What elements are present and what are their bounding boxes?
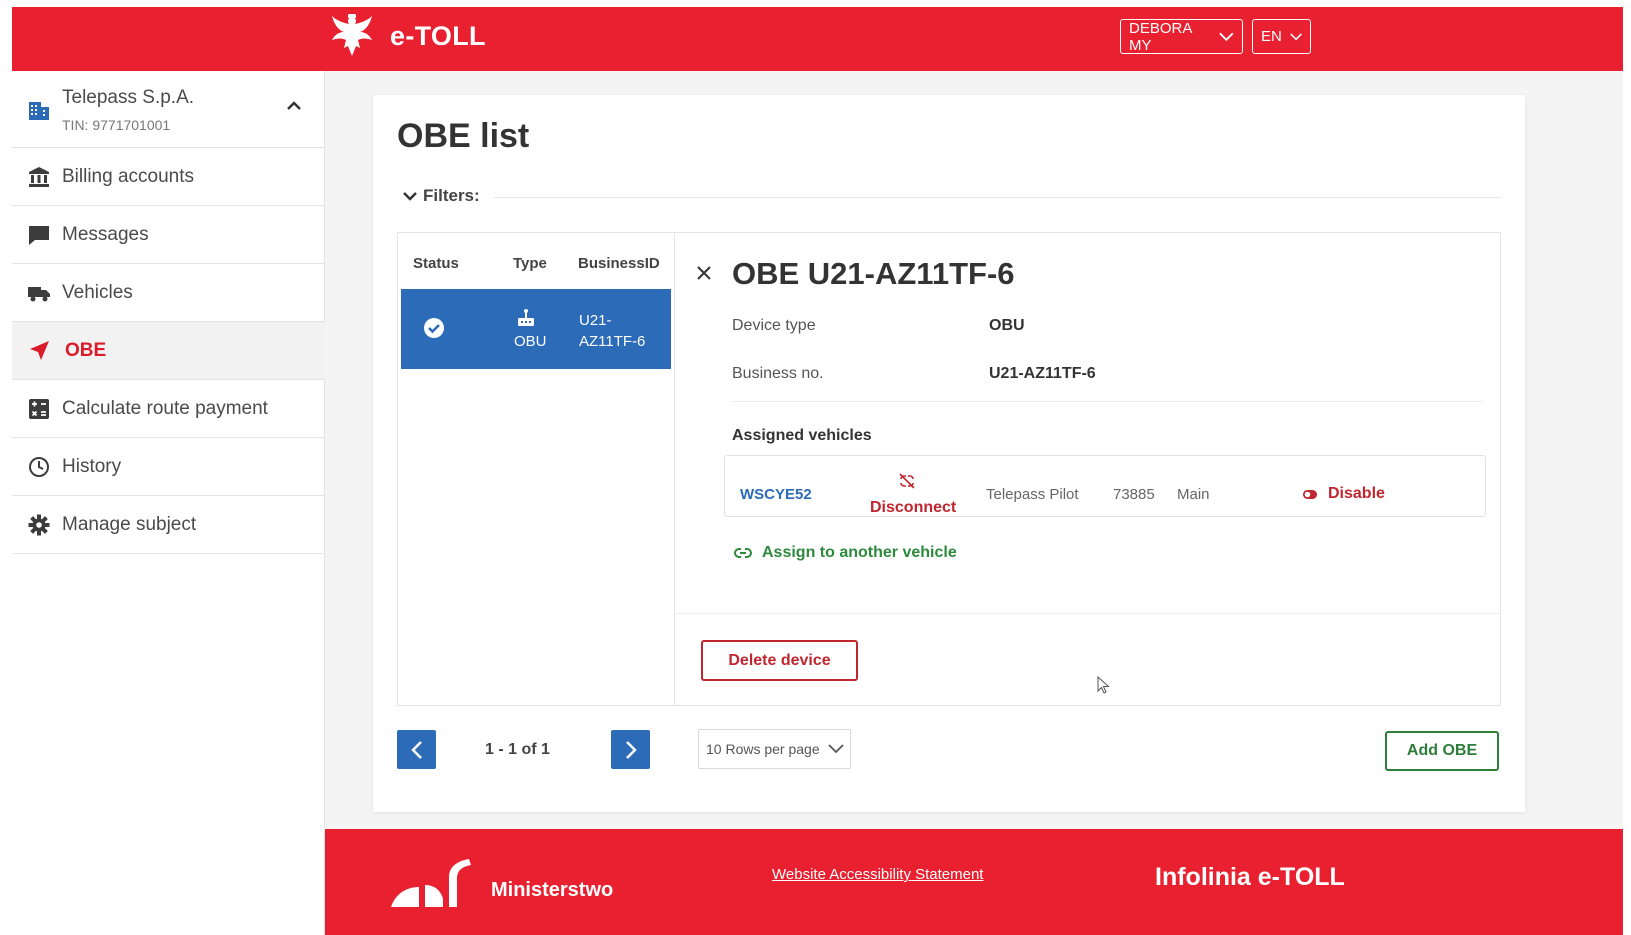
sidebar-item-history[interactable]: History: [12, 438, 325, 496]
app-name: e-TOLL: [390, 20, 486, 51]
app-logo[interactable]: e-TOLL: [330, 12, 486, 60]
link-icon: [734, 548, 752, 558]
filters-divider: [493, 197, 1501, 198]
building-icon: [29, 102, 49, 120]
add-obe-button[interactable]: Add OBE: [1385, 731, 1499, 771]
obe-table: Status Type BusinessID OBU U21-AZ11TF-6: [398, 233, 675, 705]
disconnect-button[interactable]: Disconnect: [870, 499, 956, 517]
previous-page-button[interactable]: [397, 730, 436, 769]
rows-per-page-value: 10 Rows per page: [706, 741, 820, 757]
ministry-logo-icon: [391, 859, 471, 907]
gear-icon: [28, 514, 50, 535]
accessibility-statement-link[interactable]: Website Accessibility Statement: [772, 866, 983, 883]
vehicle-role: Main: [1177, 486, 1210, 503]
ministry-label: Ministerstwo: [491, 879, 614, 901]
sidebar-item-label: Manage subject: [62, 513, 197, 535]
sidebar-item-label: Vehicles: [62, 281, 133, 303]
business-no-label: Business no.: [732, 365, 824, 382]
language-select[interactable]: EN: [1252, 19, 1311, 54]
sidebar-item-billing-accounts[interactable]: Billing accounts: [12, 148, 325, 206]
obe-list-card: OBE list Filters: Status Type BusinessID…: [373, 95, 1525, 812]
column-header-type[interactable]: Type: [513, 255, 547, 272]
assign-to-another-vehicle-link[interactable]: Assign to another vehicle: [734, 544, 957, 562]
sidebar-item-manage-subject[interactable]: Manage subject: [12, 496, 325, 554]
filters-label: Filters:: [423, 186, 480, 205]
sidebar-item-label: OBE: [65, 339, 107, 361]
sidebar-item-label: Messages: [62, 223, 149, 245]
truck-icon: [28, 286, 50, 301]
top-bar: e-TOLL DEBORA MY EN: [12, 7, 1623, 71]
user-name: DEBORA MY: [1129, 19, 1192, 54]
sidebar: Telepass S.p.A. TIN: 9771701001 Billing …: [12, 71, 325, 935]
obe-panel: Status Type BusinessID OBU U21-AZ11TF-6 …: [397, 232, 1501, 706]
row-type: OBU: [514, 333, 547, 350]
sidebar-company[interactable]: Telepass S.p.A. TIN: 9771701001: [12, 71, 325, 148]
detail-footer-divider: [676, 613, 1501, 614]
business-no-value: U21-AZ11TF-6: [989, 365, 1096, 382]
toggle-off-icon[interactable]: [1303, 490, 1317, 499]
user-menu-button[interactable]: DEBORA MY: [1120, 19, 1243, 54]
mouse-cursor-icon: [1097, 676, 1110, 694]
sidebar-item-vehicles[interactable]: Vehicles: [12, 264, 325, 322]
assigned-vehicle-row: WSCYE52 Disconnect Telepass Pilot 73885 …: [724, 455, 1486, 517]
navigation-arrow-icon: [30, 340, 49, 360]
device-type-label: Device type: [732, 317, 816, 334]
chevron-right-icon: [625, 740, 637, 759]
chevron-down-icon: [1290, 32, 1302, 40]
obu-device-icon: [518, 309, 534, 326]
sidebar-item-label: Calculate route payment: [62, 397, 268, 419]
unlink-icon[interactable]: [898, 473, 916, 489]
chevron-down-icon: [403, 192, 417, 201]
device-type-value: OBU: [989, 317, 1025, 334]
row-business-id: U21-AZ11TF-6: [579, 312, 646, 350]
vehicle-number: 73885: [1113, 486, 1155, 503]
rows-per-page-select[interactable]: 10 Rows per page: [698, 729, 851, 769]
vehicle-owner: Telepass Pilot: [986, 486, 1079, 503]
chevron-down-icon: [828, 744, 844, 754]
detail-divider: [732, 401, 1482, 402]
assigned-vehicles-heading: Assigned vehicles: [732, 427, 872, 444]
language-code: EN: [1261, 28, 1282, 45]
page-title: OBE list: [397, 117, 530, 155]
disable-button[interactable]: Disable: [1328, 485, 1385, 503]
sidebar-item-calculate-route-payment[interactable]: Calculate route payment: [12, 380, 325, 438]
delete-device-button[interactable]: Delete device: [701, 640, 858, 681]
detail-title: OBE U21-AZ11TF-6: [732, 256, 1015, 291]
chevron-up-icon[interactable]: [287, 101, 301, 111]
table-row[interactable]: OBU U21-AZ11TF-6: [401, 289, 671, 369]
chevron-left-icon: [410, 740, 422, 759]
company-tin: TIN: 9771701001: [62, 117, 171, 133]
footer: Ministerstwo Website Accessibility State…: [325, 829, 1623, 935]
company-name: Telepass S.p.A.: [62, 87, 195, 108]
clock-icon: [29, 456, 49, 477]
message-icon: [29, 225, 49, 245]
sidebar-item-label: History: [62, 455, 122, 477]
obe-detail: OBE U21-AZ11TF-6 Device type OBU Busines…: [676, 233, 1501, 705]
sidebar-item-obe[interactable]: OBE: [12, 322, 325, 380]
calculator-icon: [29, 398, 49, 419]
vehicle-plate-link[interactable]: WSCYE52: [740, 486, 812, 503]
infolinia-label: Infolinia e-TOLL: [1155, 863, 1345, 891]
app-window: e-TOLL DEBORA MY EN Telepass S.p.A. TIN:…: [12, 7, 1623, 935]
chevron-down-icon: [1219, 32, 1234, 41]
close-icon[interactable]: [696, 265, 712, 281]
check-circle-icon: [424, 318, 444, 338]
next-page-button[interactable]: [611, 730, 650, 769]
column-header-business-id[interactable]: BusinessID: [578, 255, 660, 272]
filters-toggle[interactable]: Filters:: [403, 186, 480, 206]
sidebar-item-label: Billing accounts: [62, 165, 195, 187]
sidebar-item-messages[interactable]: Messages: [12, 206, 325, 264]
eagle-emblem-icon: [332, 14, 372, 56]
column-header-status[interactable]: Status: [413, 255, 459, 272]
assign-label: Assign to another vehicle: [762, 544, 957, 561]
pagination-info: 1 - 1 of 1: [485, 741, 550, 758]
bank-icon: [29, 166, 49, 187]
